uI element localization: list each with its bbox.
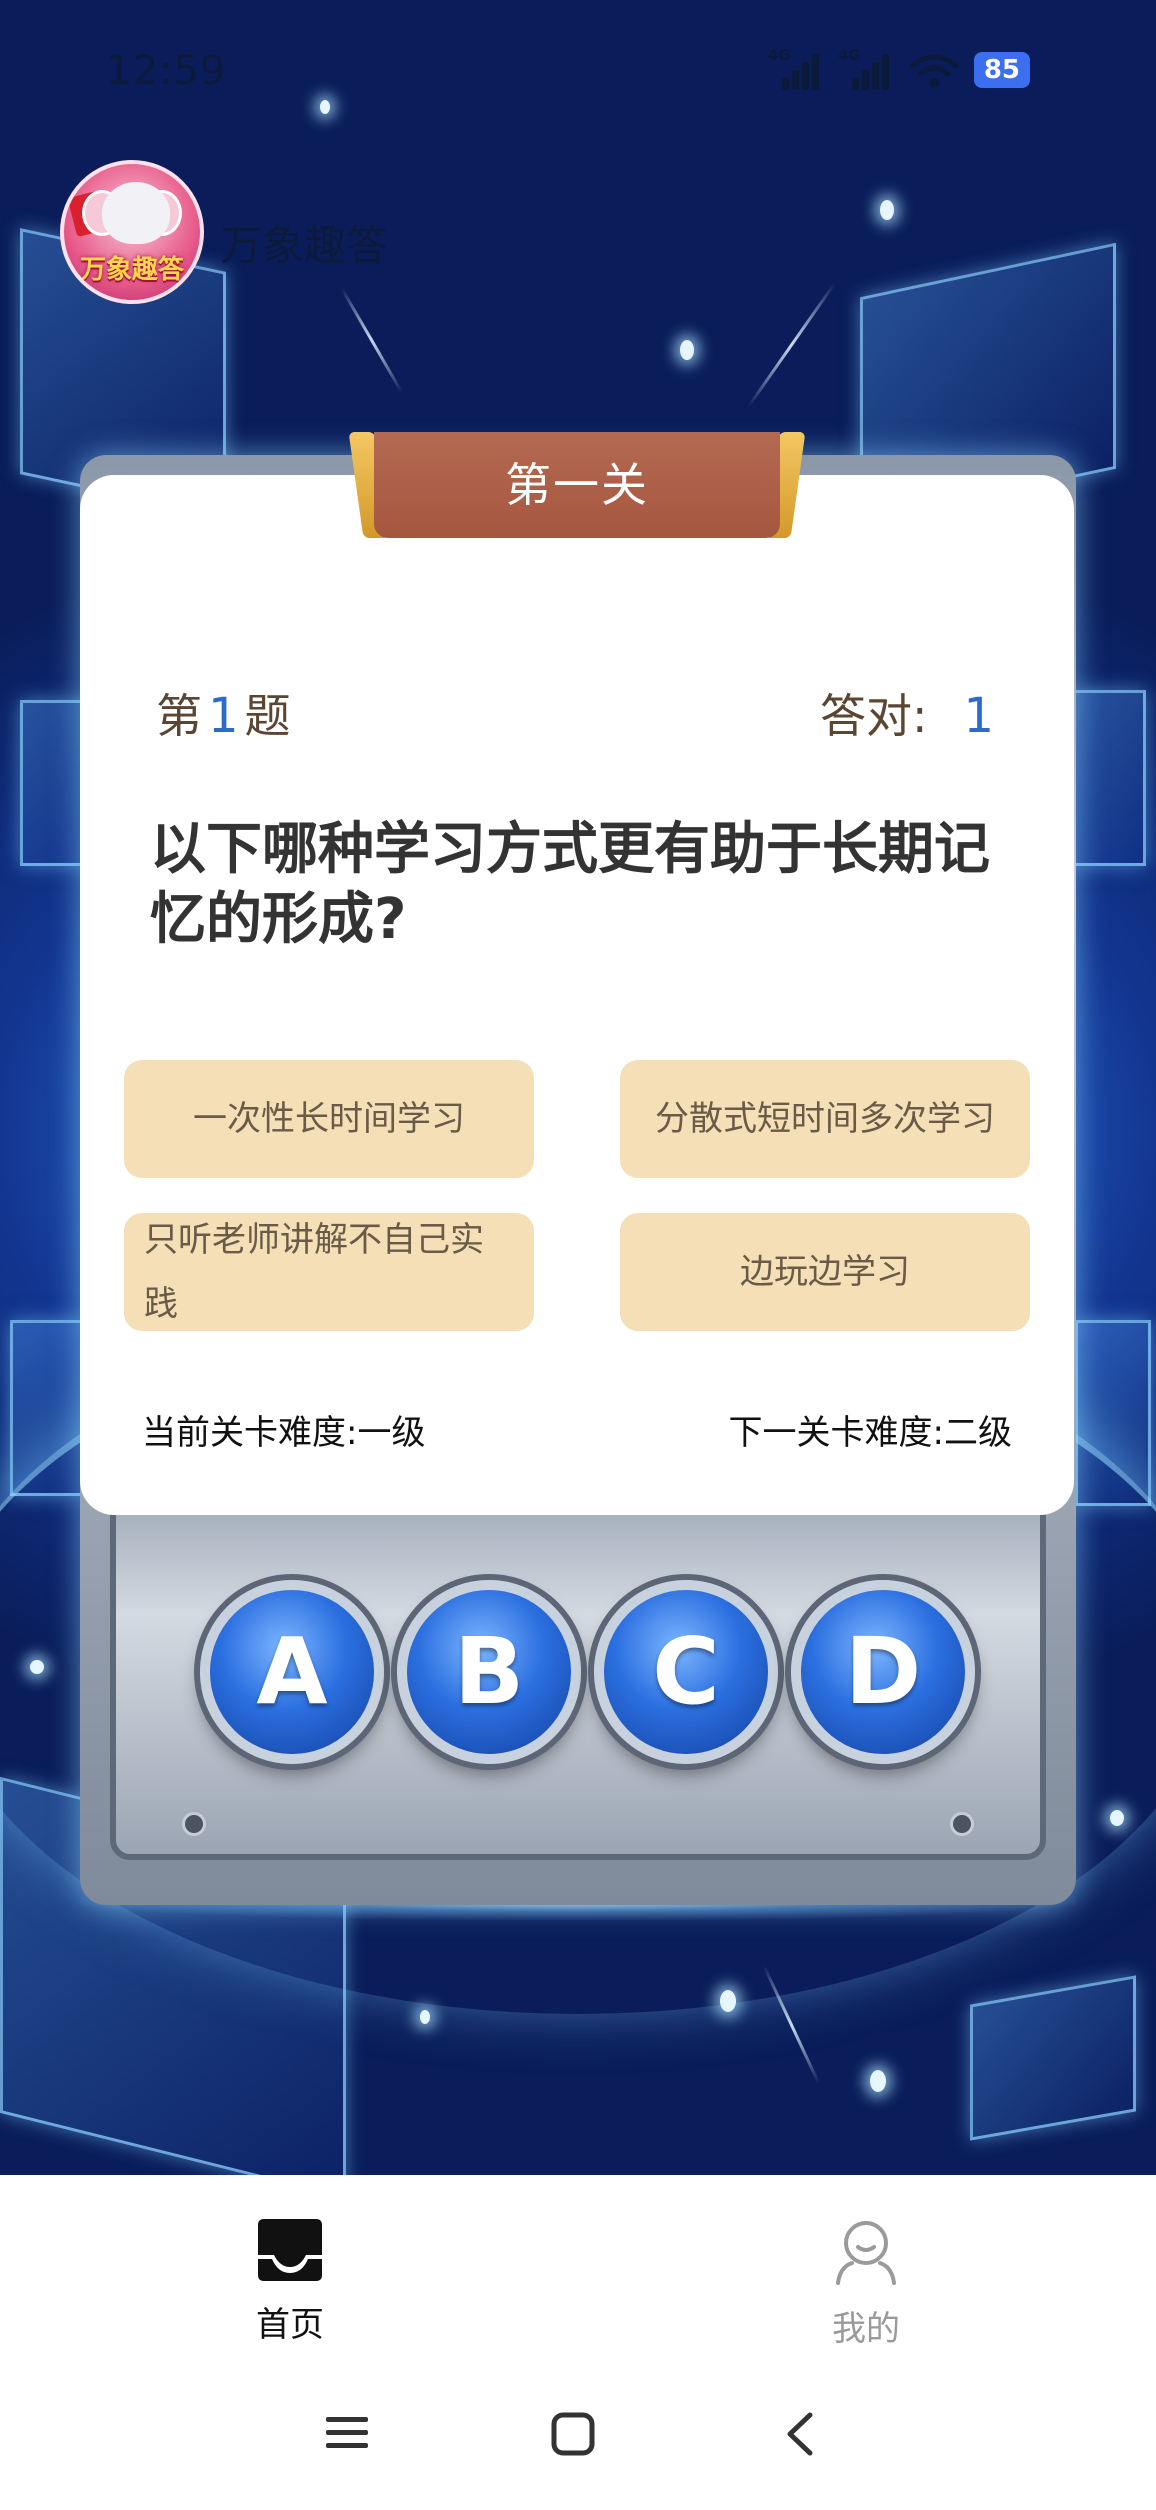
- cell-signal-icon: 4G: [838, 46, 894, 90]
- light-dot: [30, 1660, 44, 1674]
- light-dot: [1110, 1810, 1124, 1826]
- correct-count-value: 1: [963, 688, 994, 744]
- tab-bar: 首页 我的: [0, 2175, 1156, 2375]
- logo-text: 万象趣答: [79, 255, 184, 285]
- tab-home[interactable]: 首页: [190, 2215, 390, 2346]
- elephant-mascot: [102, 182, 170, 244]
- menu-icon[interactable]: [324, 2411, 370, 2455]
- question-index: 第 1 题: [156, 680, 291, 746]
- status-time: 12:59: [106, 48, 227, 94]
- question-text: 以下哪种学习方式更有助于长期记忆的形成?: [150, 817, 990, 952]
- light-dot: [420, 2010, 430, 2024]
- cell-signal-icon: 4G: [768, 46, 824, 90]
- quiz-card: [80, 475, 1074, 1515]
- inbox-tray-icon: [258, 2219, 322, 2281]
- light-dot: [720, 1990, 736, 2012]
- light-dot: [880, 200, 894, 220]
- status-icons: 4G 4G 85: [768, 46, 1030, 90]
- tab-home-label: 首页: [256, 2305, 324, 2345]
- hologram-panel: [1070, 690, 1146, 866]
- correct-count: 答对: 1: [820, 680, 994, 746]
- wifi-icon: [909, 54, 959, 88]
- option-3[interactable]: 只听老师讲解不自己实践: [124, 1213, 534, 1331]
- app-logo: 万象趣答: [60, 160, 204, 304]
- next-difficulty: 下一关卡难度:二级: [728, 1413, 1012, 1453]
- question-index-suffix: 题: [244, 689, 291, 743]
- light-dot: [870, 2070, 886, 2092]
- hologram-panel: [970, 1975, 1136, 2141]
- current-difficulty: 当前关卡难度:一级: [142, 1413, 426, 1453]
- answer-button-b[interactable]: B: [397, 1580, 581, 1764]
- screw: [950, 1812, 974, 1836]
- correct-label: 答对:: [819, 689, 928, 743]
- answer-button-a[interactable]: A: [200, 1580, 384, 1764]
- light-streak: [747, 282, 836, 408]
- system-nav-bar: [0, 2375, 1156, 2510]
- level-ribbon: 第一关: [348, 432, 806, 538]
- light-dot: [320, 100, 330, 114]
- tab-mine-label: 我的: [832, 2309, 900, 2349]
- back-icon[interactable]: [780, 2411, 820, 2457]
- question-number: 1: [208, 688, 239, 744]
- tab-mine[interactable]: 我的: [766, 2215, 966, 2350]
- battery-indicator: 85: [973, 52, 1030, 88]
- question-index-prefix: 第: [156, 689, 202, 743]
- light-streak: [340, 287, 403, 393]
- answer-button-c[interactable]: C: [594, 1580, 778, 1764]
- user-icon: [836, 2221, 896, 2285]
- light-dot: [680, 340, 694, 360]
- option-2[interactable]: 分散式短时间多次学习: [620, 1060, 1030, 1178]
- square-icon[interactable]: [550, 2411, 596, 2457]
- option-4[interactable]: 边玩边学习: [620, 1213, 1030, 1331]
- option-1[interactable]: 一次性长时间学习: [124, 1060, 534, 1178]
- app-name: 万象趣答: [220, 221, 389, 270]
- screw: [182, 1812, 206, 1836]
- level-title: 第一关: [374, 432, 780, 538]
- answer-button-d[interactable]: D: [791, 1580, 975, 1764]
